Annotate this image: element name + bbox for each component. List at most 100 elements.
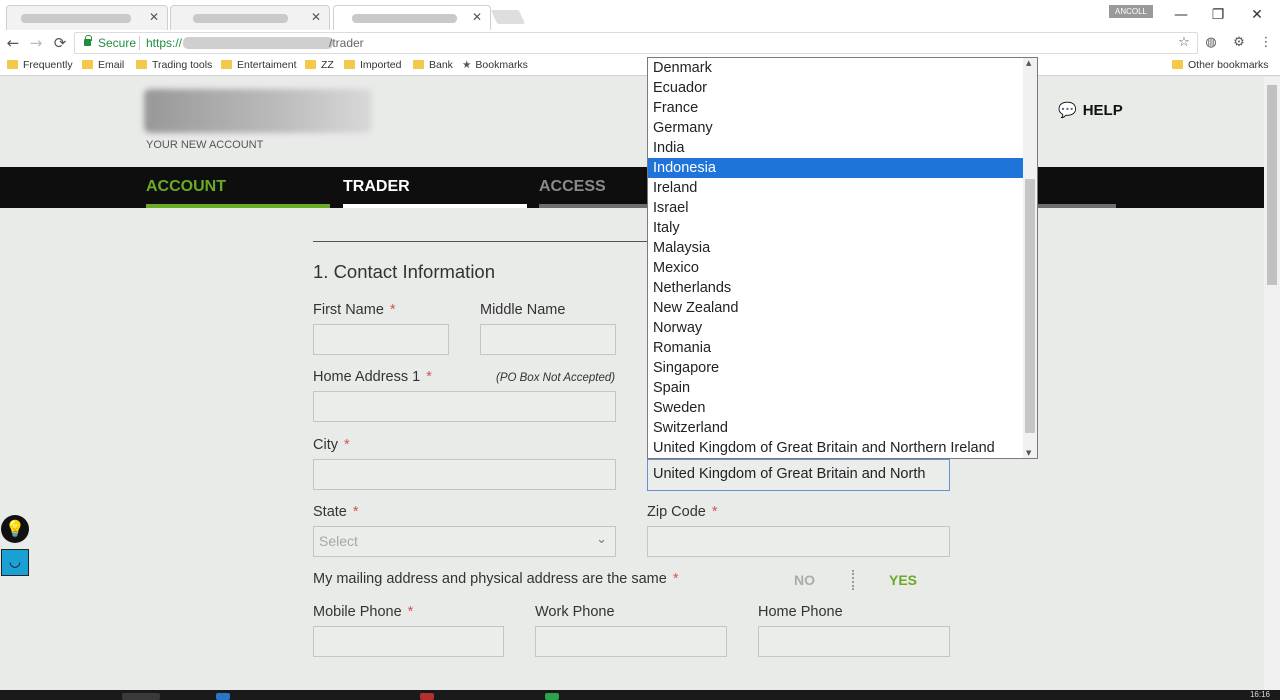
profile-badge[interactable]: ANCOLL: [1109, 5, 1153, 18]
close-icon[interactable]: ✕: [1246, 6, 1268, 24]
browser-tab-active[interactable]: ✕: [333, 5, 491, 30]
country-option[interactable]: Switzerland: [648, 418, 1023, 438]
scroll-up-icon[interactable]: ▲: [1026, 59, 1031, 67]
home-address-input[interactable]: [313, 391, 616, 422]
scroll-down-icon[interactable]: ▼: [1026, 449, 1031, 457]
step-account[interactable]: ACCOUNT: [146, 178, 226, 196]
country-select[interactable]: United Kingdom of Great Britain and Nort…: [647, 459, 950, 491]
country-option[interactable]: United Kingdom of Great Britain and Nort…: [648, 438, 1023, 458]
url-separator: [139, 36, 140, 50]
bookmark-bookmarks[interactable]: ★ Bookmarks: [462, 59, 528, 71]
middle-name-input[interactable]: [480, 324, 616, 355]
feedback-bulb-icon[interactable]: 💡: [1, 515, 29, 543]
dropdown-scroll-thumb[interactable]: [1025, 179, 1035, 433]
country-option[interactable]: Sweden: [648, 398, 1023, 418]
bookmark-label: Bank: [429, 59, 453, 71]
mobile-phone-label: Mobile Phone *: [313, 604, 413, 620]
url-input[interactable]: Secure https:// /trader ☆: [74, 32, 1198, 54]
bookmark-email[interactable]: Email: [82, 59, 124, 71]
bookmark-star-icon[interactable]: ☆: [1175, 34, 1193, 52]
bookmark-label: Bookmarks: [475, 59, 528, 71]
same-address-yes-option[interactable]: YES: [889, 572, 917, 588]
zip-input[interactable]: [647, 526, 950, 557]
country-option[interactable]: Denmark: [648, 58, 1023, 78]
country-dropdown-list[interactable]: Denmark Ecuador France Germany India Indonesi…: [647, 57, 1038, 459]
bookmark-other[interactable]: Other bookmarks: [1172, 59, 1269, 71]
chat-widget-icon[interactable]: ◡: [1, 549, 29, 576]
tab-close-icon[interactable]: ✕: [472, 10, 482, 24]
label-text: City: [313, 437, 338, 453]
page-scrollbar[interactable]: [1264, 77, 1280, 690]
section-title: 1. Contact Information: [313, 261, 496, 282]
bookmark-zz[interactable]: ZZ: [305, 59, 334, 71]
extension-icon[interactable]: ◍: [1202, 34, 1220, 52]
browser-tab-2[interactable]: ✕: [170, 5, 330, 30]
minimize-icon[interactable]: —: [1170, 6, 1192, 24]
same-address-no-option[interactable]: NO: [794, 572, 815, 588]
country-option[interactable]: Norway: [648, 318, 1023, 338]
country-option[interactable]: Israel: [648, 198, 1023, 218]
page-scroll-thumb[interactable]: [1267, 85, 1277, 285]
same-address-label: My mailing address and physical address …: [313, 571, 678, 587]
country-option[interactable]: Germany: [648, 118, 1023, 138]
country-option[interactable]: Singapore: [648, 358, 1023, 378]
folder-icon: [7, 60, 18, 69]
brand-logo: [144, 89, 372, 133]
star-icon: ★: [462, 59, 472, 71]
tab-title-blurred: [352, 14, 457, 23]
lock-icon: [84, 35, 92, 46]
country-option[interactable]: Mexico: [648, 258, 1023, 278]
tab-close-icon[interactable]: ✕: [311, 10, 321, 24]
country-option[interactable]: India: [648, 138, 1023, 158]
country-option[interactable]: Spain: [648, 378, 1023, 398]
mobile-phone-input[interactable]: [313, 626, 504, 657]
new-tab-button[interactable]: [490, 10, 526, 24]
forward-icon[interactable]: →: [27, 34, 45, 52]
help-link[interactable]: 💬 HELP: [1058, 101, 1123, 119]
work-phone-input[interactable]: [535, 626, 727, 657]
state-select[interactable]: Select ⌄: [313, 526, 616, 557]
secure-label: Secure: [98, 36, 137, 50]
tab-title-blurred: [193, 14, 288, 23]
bookmark-label: Other bookmarks: [1188, 59, 1269, 71]
country-option[interactable]: Italy: [648, 218, 1023, 238]
maximize-icon[interactable]: ❐: [1207, 6, 1229, 24]
reload-icon[interactable]: ⟳: [51, 34, 69, 52]
back-icon[interactable]: ←: [4, 34, 22, 52]
required-marker: *: [426, 369, 432, 385]
bookmark-frequently[interactable]: Frequently: [7, 59, 73, 71]
country-option[interactable]: Ecuador: [648, 78, 1023, 98]
country-option[interactable]: France: [648, 98, 1023, 118]
extension-icon-2[interactable]: ⚙: [1230, 34, 1248, 52]
bookmark-entertaiment[interactable]: Entertaiment: [221, 59, 297, 71]
taskbar-app-icon[interactable]: [420, 693, 434, 700]
taskbar-app-icon[interactable]: [122, 693, 160, 700]
label-text: Zip Code: [647, 504, 706, 520]
page-content: YOUR NEW ACCOUNT 💬 HELP ACCOUNT TRADER AC…: [0, 77, 1264, 690]
city-input[interactable]: [313, 459, 616, 490]
taskbar-app-icon[interactable]: [545, 693, 559, 700]
country-option[interactable]: Romania: [648, 338, 1023, 358]
os-taskbar: 16:16: [0, 690, 1280, 700]
bookmark-bank[interactable]: Bank: [413, 59, 453, 71]
browser-tab-1[interactable]: ✕: [6, 5, 168, 30]
folder-icon: [305, 60, 316, 69]
country-option[interactable]: Malaysia: [648, 238, 1023, 258]
menu-icon[interactable]: ⋮: [1257, 34, 1275, 52]
country-option[interactable]: Ireland: [648, 178, 1023, 198]
first-name-input[interactable]: [313, 324, 449, 355]
country-option[interactable]: New Zealand: [648, 298, 1023, 318]
taskbar-app-icon[interactable]: [216, 693, 230, 700]
step-trader[interactable]: TRADER: [343, 178, 410, 196]
country-option[interactable]: Indonesia: [648, 158, 1023, 178]
home-phone-input[interactable]: [758, 626, 950, 657]
step-trader-bar: [343, 204, 527, 208]
bookmark-trading-tools[interactable]: Trading tools: [136, 59, 212, 71]
work-phone-label: Work Phone: [535, 604, 615, 620]
step-access[interactable]: ACCESS: [539, 178, 606, 196]
dropdown-scrollbar[interactable]: ▲ ▼: [1023, 58, 1037, 458]
tab-close-icon[interactable]: ✕: [149, 10, 159, 24]
home-phone-label: Home Phone: [758, 604, 843, 620]
country-option[interactable]: Netherlands: [648, 278, 1023, 298]
bookmark-imported[interactable]: Imported: [344, 59, 401, 71]
